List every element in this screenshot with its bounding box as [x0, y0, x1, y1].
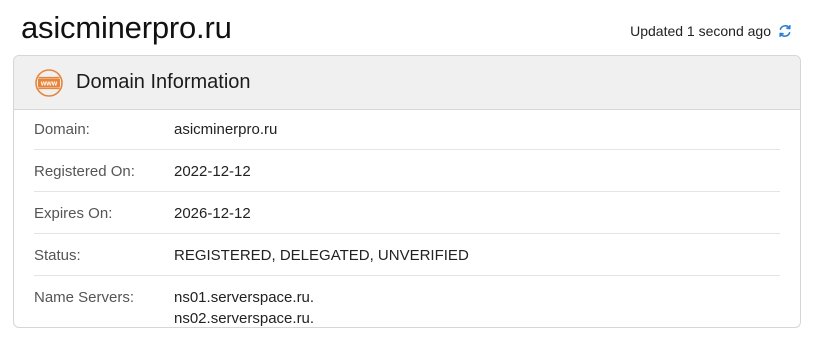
row-status: Status: REGISTERED, DELEGATED, UNVERIFIE… — [34, 234, 780, 276]
row-value: 2022-12-12 — [174, 163, 251, 180]
row-value: REGISTERED, DELEGATED, UNVERIFIED — [174, 247, 469, 264]
card-title: Domain Information — [76, 71, 251, 93]
row-label: Registered On: — [34, 163, 135, 180]
row-value: asicminerpro.ru — [174, 121, 278, 138]
info-table: Domain: asicminerpro.ru Registered On: 2… — [14, 110, 800, 327]
row-domain: Domain: asicminerpro.ru — [34, 110, 780, 150]
row-registered-on: Registered On: 2022-12-12 — [34, 150, 780, 192]
row-label: Domain: — [34, 121, 90, 138]
name-server-item: ns02.serverspace.ru. — [174, 310, 315, 327]
row-label: Status: — [34, 247, 81, 264]
refresh-icon[interactable] — [777, 23, 793, 39]
name-server-item: ns01.serverspace.ru. — [174, 289, 315, 306]
row-label: Expires On: — [34, 205, 113, 222]
www-icon-text: www — [40, 80, 58, 87]
domain-information-card: www Domain Information Domain: asicminer… — [13, 55, 801, 328]
row-value-list: ns01.serverspace.ru. ns02.serverspace.ru… — [174, 287, 315, 327]
page-title: asicminerpro.ru — [21, 10, 232, 45]
update-status: Updated 1 second ago — [630, 23, 793, 39]
row-expires-on: Expires On: 2026-12-12 — [34, 192, 780, 234]
updated-text: Updated 1 second ago — [630, 23, 771, 39]
card-header: www Domain Information — [14, 56, 800, 110]
www-icon: www — [34, 68, 64, 98]
row-name-servers: Name Servers: ns01.serverspace.ru. ns02.… — [34, 276, 780, 327]
row-label: Name Servers: — [34, 289, 135, 306]
row-value: 2026-12-12 — [174, 205, 251, 222]
